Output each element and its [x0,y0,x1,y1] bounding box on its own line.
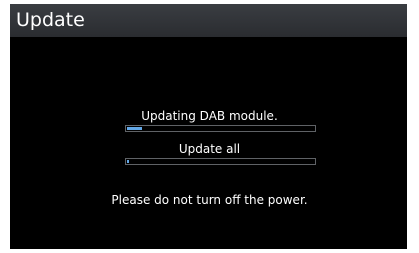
screen-title: Update [16,9,85,31]
title-bar: Update [10,4,407,37]
update-screen: Update Updating DAB module. Update all P… [10,4,407,249]
update-all-label: Update all [178,142,241,156]
module-progress-fill [127,127,142,130]
module-progress-bar [125,125,316,132]
power-warning: Please do not turn off the power. [111,193,308,207]
update-all-progress-bar [125,158,316,165]
module-update-label: Updating DAB module. [141,109,278,123]
update-all-progress-fill [127,160,129,163]
